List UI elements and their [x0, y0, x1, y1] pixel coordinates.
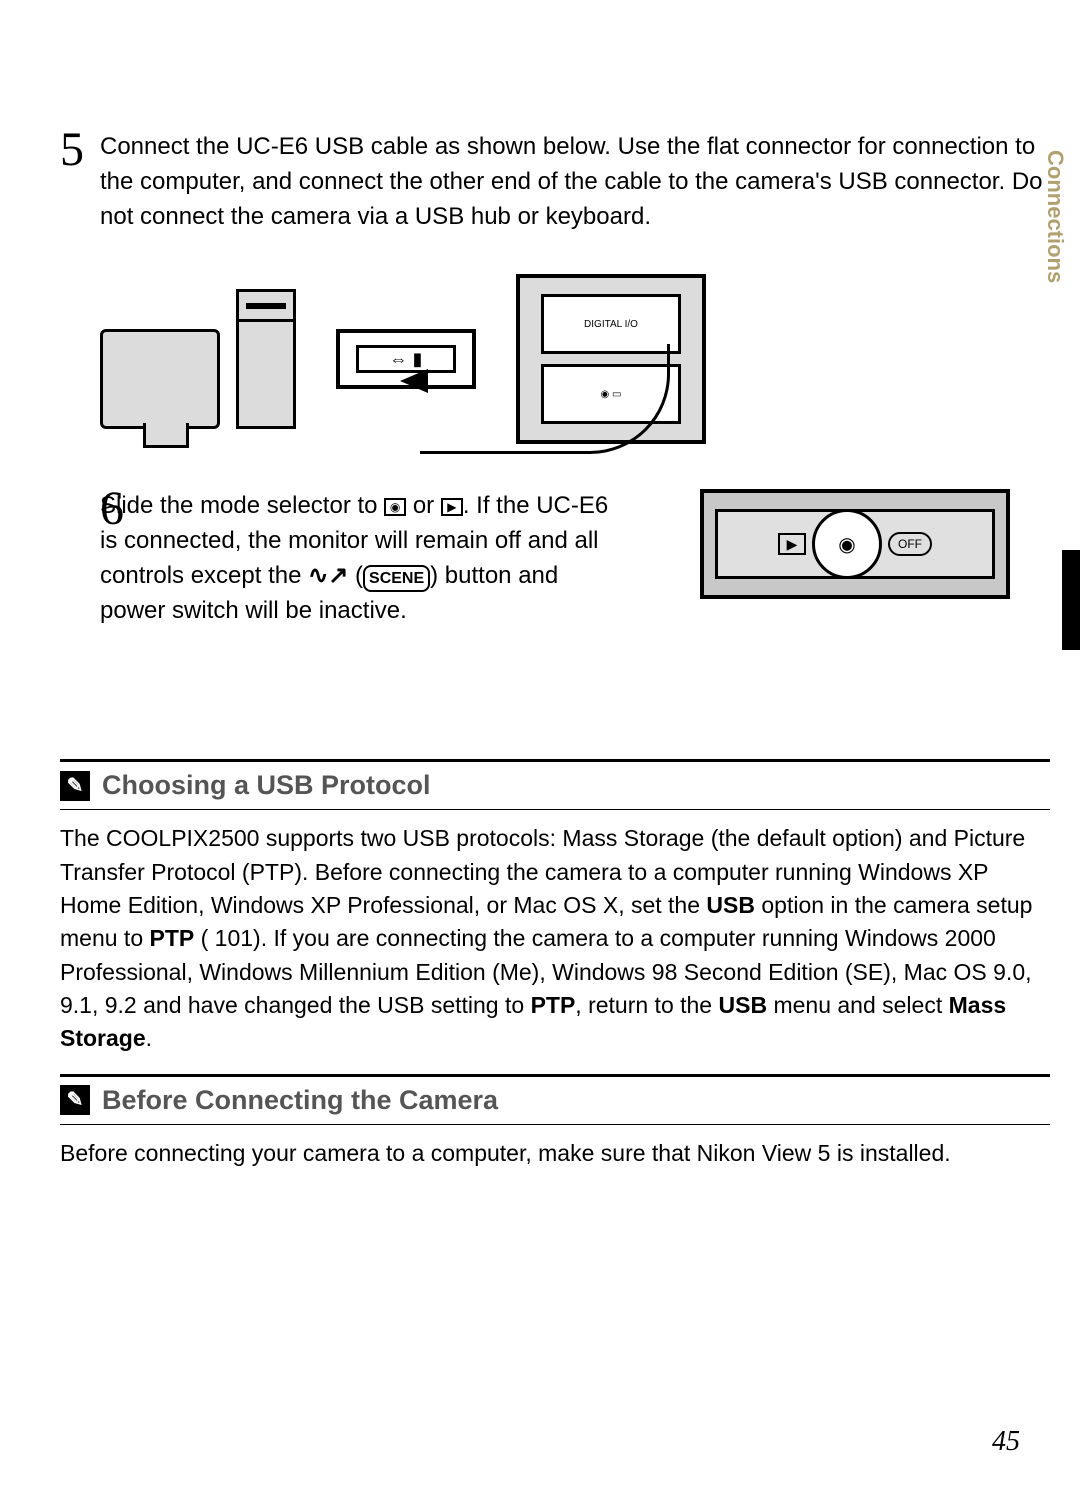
section-before-connecting-heading: ✎ Before Connecting the Camera [60, 1074, 1050, 1125]
scene-button-label: SCENE [363, 565, 430, 592]
monitor-icon [100, 329, 220, 429]
note-icon: ✎ [60, 1085, 90, 1115]
edge-tab [1062, 550, 1080, 650]
tower-icon [236, 289, 296, 429]
section-title: Before Connecting the Camera [102, 1085, 498, 1116]
transfer-icon: ∿↗ [308, 562, 348, 589]
playback-mode-icon: ▶ [441, 498, 463, 516]
page-number: 45 [992, 1426, 1020, 1458]
computer-illustration [100, 289, 296, 429]
section-before-connecting-body: Before connecting your camera to a compu… [60, 1137, 1050, 1170]
playback-icon: ▶ [778, 533, 806, 555]
cable-path [420, 344, 670, 454]
step-number: 5 [60, 122, 84, 177]
step-5: 5 Connect the UC-E6 USB cable as shown b… [60, 130, 1050, 234]
note-icon: ✎ [60, 771, 90, 801]
step-6: 6 Slide the mode selector to ◉ or ▶. If … [60, 489, 1050, 669]
mode-selector-illustration: ▶ ◉ OFF [700, 489, 1010, 599]
step-number: 6 [100, 481, 124, 536]
manual-page: Connections 5 Connect the UC-E6 USB cabl… [0, 0, 1080, 1486]
selector-dial: ◉ [812, 509, 882, 579]
camera-mode-icon: ◉ [384, 498, 406, 516]
section-usb-protocol-heading: ✎ Choosing a USB Protocol [60, 759, 1050, 810]
connection-diagram: ⇔ ▮ DIGITAL I/O ◉ ▭ [100, 259, 1050, 459]
off-label: OFF [888, 532, 932, 556]
section-usb-protocol-body: The COOLPIX2500 supports two USB protoco… [60, 822, 1050, 1055]
section-title: Choosing a USB Protocol [102, 770, 431, 801]
step-5-text: Connect the UC-E6 USB cable as shown bel… [100, 130, 1050, 234]
step-6-text: Slide the mode selector to ◉ or ▶. If th… [100, 489, 620, 628]
